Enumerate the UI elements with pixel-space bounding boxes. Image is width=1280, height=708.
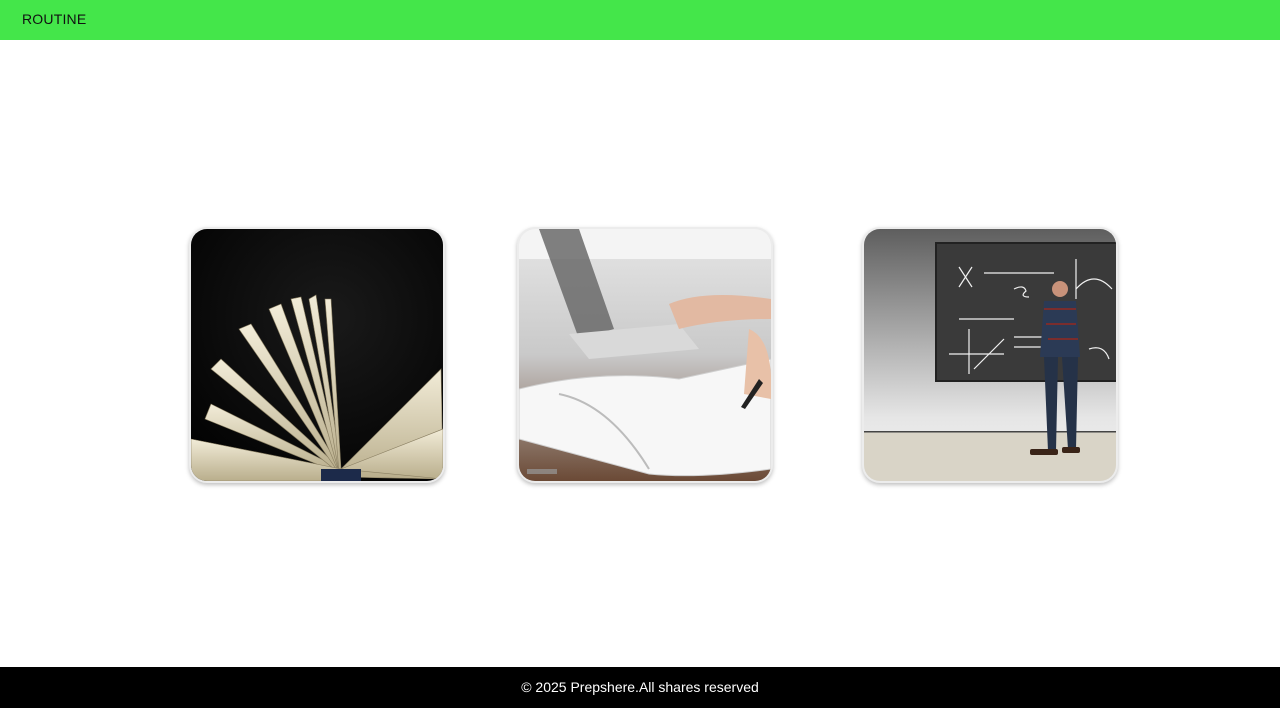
chalkboard-illustration xyxy=(864,229,1116,481)
card-open-book[interactable] xyxy=(189,227,445,483)
card-chalkboard-math[interactable] xyxy=(862,227,1118,483)
top-navbar: ROUTINE xyxy=(0,0,1280,40)
card-notebook-writing[interactable] xyxy=(517,227,773,483)
notebook-writing-illustration xyxy=(519,229,771,481)
footer: © 2025 Prepshere.All shares reserved xyxy=(0,667,1280,708)
footer-copyright: © 2025 Prepshere.All shares reserved xyxy=(521,679,759,695)
brand-title[interactable]: ROUTINE xyxy=(22,11,86,27)
open-book-illustration xyxy=(191,229,443,481)
